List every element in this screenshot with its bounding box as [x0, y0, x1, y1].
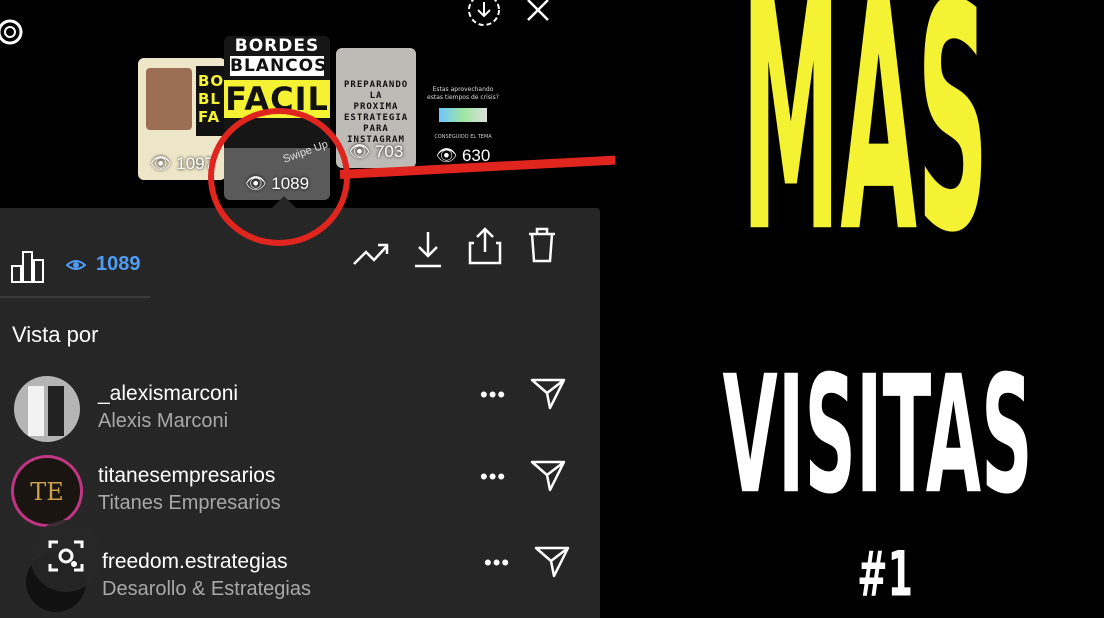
headline-visitas: VISITAS [722, 340, 1033, 530]
tab-divider [0, 296, 150, 298]
trending-icon[interactable] [352, 240, 390, 268]
story-thumbnail[interactable]: Estas aprovechando estas tiempos de cris… [425, 80, 501, 172]
more-icon[interactable]: ••• [484, 550, 510, 576]
thumbnail-views: 👁 703 [348, 142, 404, 161]
send-icon[interactable] [530, 376, 566, 410]
download-icon[interactable] [466, 0, 502, 30]
avatar[interactable] [14, 376, 80, 442]
eye-icon [66, 260, 86, 270]
avatar[interactable]: TE [14, 458, 80, 524]
more-icon[interactable]: ••• [480, 382, 506, 408]
viewer-username[interactable]: freedom.estrategias [102, 550, 288, 574]
headline-number: #1 [857, 539, 913, 611]
viewers-heading: Vista por [12, 322, 99, 347]
viewer-username[interactable]: titanesempresarios [98, 464, 275, 488]
save-icon[interactable] [412, 230, 444, 270]
avatar-monogram: TE [30, 478, 64, 506]
viewer-fullname: Alexis Marconi [98, 410, 229, 432]
viewer-fullname: Desarollo & Estrategias [102, 578, 311, 600]
viewer-fullname: Titanes Empresarios [98, 492, 281, 514]
viewer-username[interactable]: _alexismarconi [98, 382, 238, 406]
thumbnail-title-line: BLANCOS [230, 56, 328, 76]
more-icon[interactable]: ••• [480, 464, 506, 490]
viewer-row[interactable]: _alexismarconi Alexis Marconi ••• [0, 376, 600, 460]
thumbnail-title: Estas aprovechando estas tiempos de cris… [427, 86, 499, 101]
lens-button[interactable] [30, 520, 102, 592]
story-thumbnail[interactable]: PREPARANDO LA PROXIMA ESTRATEGIA PARA IN… [336, 48, 416, 168]
thumbnail-title: PREPARANDO LA PROXIMA ESTRATEGIA PARA IN… [344, 80, 409, 145]
lens-icon [48, 540, 84, 572]
settings-icon[interactable] [0, 12, 30, 52]
send-icon[interactable] [534, 544, 570, 578]
send-icon[interactable] [530, 458, 566, 492]
thumbnail-title-line: BORDES [234, 36, 320, 56]
thumbnail-caption: CONSEGUIDO EL TEMA [434, 134, 492, 140]
close-icon[interactable] [526, 0, 552, 22]
share-icon[interactable] [468, 226, 502, 266]
headline-mas: MAS [741, 0, 989, 302]
story-viewer-screenshot: BO BL FA 👁 1097 BORDES BLANCOS FACIL Swi… [0, 0, 615, 618]
thumbnail-title: BO BL FA [198, 72, 225, 126]
highlight-circle [208, 108, 350, 246]
insights-icon[interactable] [10, 250, 46, 284]
trash-icon[interactable] [526, 226, 558, 264]
views-count-tab[interactable]: 1089 [96, 253, 141, 276]
